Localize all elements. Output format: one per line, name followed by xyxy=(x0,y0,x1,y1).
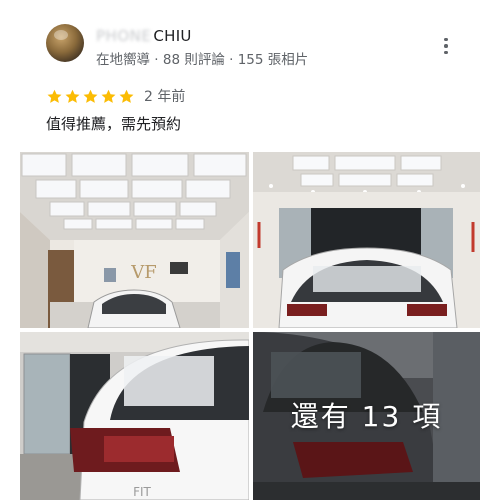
svg-text:VF: VF xyxy=(130,262,157,283)
avatar[interactable] xyxy=(46,24,84,62)
rating-row: 2 年前 xyxy=(46,86,185,106)
review-photo[interactable]: FIT xyxy=(20,332,249,500)
more-photos-tile[interactable]: 還有 13 項 xyxy=(253,332,480,500)
review-time-ago: 2 年前 xyxy=(144,89,186,105)
svg-text:FIT: FIT xyxy=(133,485,151,499)
star-icon xyxy=(101,89,116,103)
reviewer-name[interactable]: CHIU xyxy=(153,27,191,45)
reviewer-meta: 在地嚮導 · 88 則評論 · 155 張相片 xyxy=(96,52,309,68)
reviewer-name-row[interactable]: PHONE CHIU xyxy=(96,26,192,46)
star-icon xyxy=(65,89,80,103)
review-text: 值得推薦，需先預約 xyxy=(46,115,182,133)
more-photos-count: 還有 13 項 xyxy=(290,400,443,433)
more-vert-icon[interactable] xyxy=(436,34,456,58)
star-icon xyxy=(47,89,62,103)
reviewer-name-blurred: PHONE xyxy=(96,27,152,45)
review-photo[interactable] xyxy=(253,152,480,328)
star-icon xyxy=(119,89,134,103)
star-rating xyxy=(46,88,135,105)
more-photos-overlay: 還有 13 項 xyxy=(253,332,480,500)
star-icon xyxy=(83,89,98,103)
review-photo[interactable]: VF xyxy=(20,152,249,328)
